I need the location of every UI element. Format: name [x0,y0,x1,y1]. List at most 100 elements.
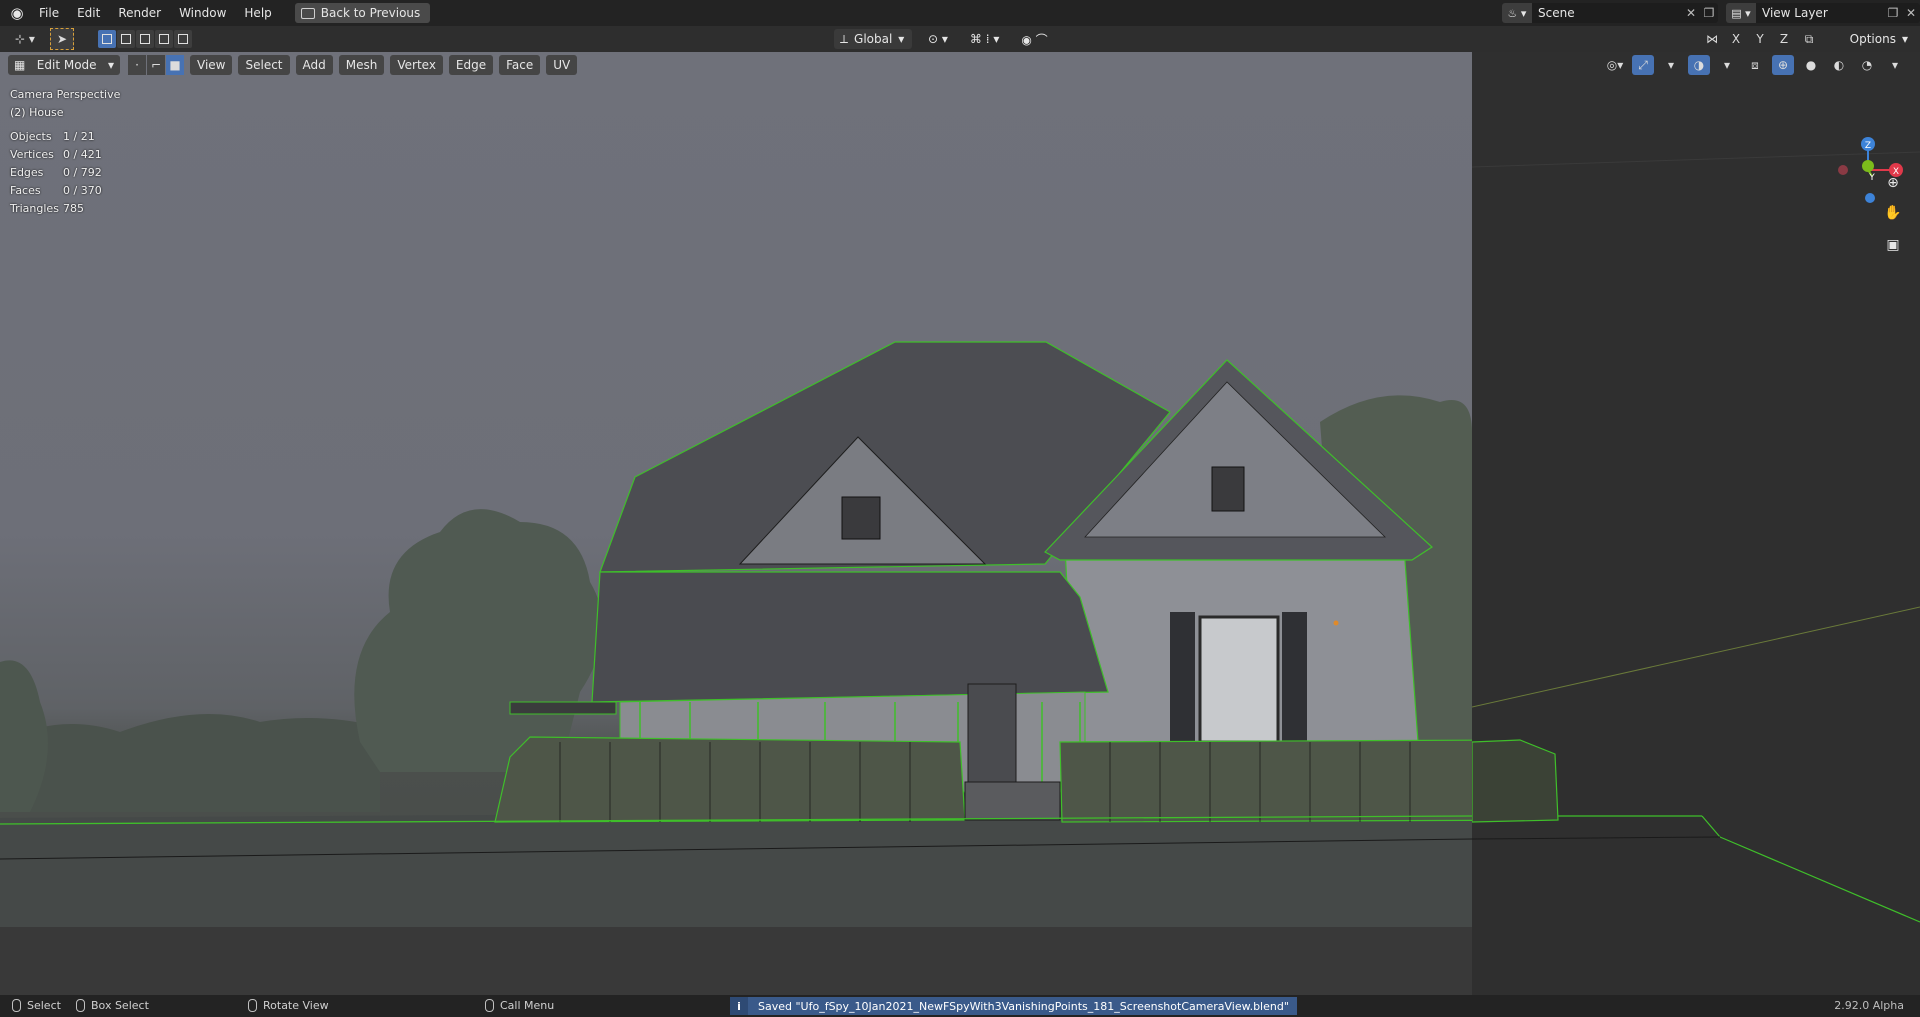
edge-select-icon[interactable]: ⌐ [147,55,165,75]
close-scene-icon[interactable]: ✕ [1682,6,1700,20]
scene-expand-icon[interactable]: ❐ [1700,6,1718,20]
status-rotate-view-hint: Rotate View [248,999,329,1012]
neg-z-axis-handle[interactable] [1865,193,1875,203]
house-scene-illustration [0,341,1559,927]
select-invert-icon[interactable] [155,30,173,48]
select-intersect-icon[interactable] [174,30,192,48]
tool-header: ⊹ ▾ ➤ ⟂ Global ▾ ⊙ ▾ ⌘ ⁞ ▾ ◉ ⌒ ⋈ X Y Z ⧉… [0,26,1920,52]
select-subtract-icon[interactable] [136,30,154,48]
close-view-layer-icon[interactable]: ✕ [1902,6,1920,20]
overlays-toggle-icon[interactable]: ◑ [1688,55,1710,75]
menu-add[interactable]: Add [295,55,333,75]
auto-merge-icon[interactable]: ⧉ [1798,29,1820,49]
viewport-below-camera [0,927,1472,995]
rendered-shading-icon[interactable]: ◔ [1856,55,1878,75]
gizmo-toggle-icon[interactable]: ⤢ [1632,55,1654,75]
solid-shading-icon[interactable]: ● [1800,55,1822,75]
chevron-down-icon: ▾ [898,32,905,46]
menu-file[interactable]: File [30,0,68,26]
mouse-drag-icon [76,999,85,1012]
mode-dropdown[interactable]: ▦ Edit Mode ▾ [8,55,120,75]
menu-mesh[interactable]: Mesh [338,55,385,75]
mouse-middle-icon [248,999,257,1012]
select-extend-icon[interactable] [117,30,135,48]
menu-vertex[interactable]: Vertex [390,55,443,75]
chevron-down-icon[interactable]: ▾ [1660,55,1682,75]
menu-uv[interactable]: UV [546,55,578,75]
chevron-down-icon[interactable]: ▾ [1884,55,1906,75]
menu-select[interactable]: Select [238,55,290,75]
view-layer-name[interactable]: View Layer [1756,6,1884,20]
viewport-stats-overlay: Camera Perspective (2) House Objects 1 / … [10,86,120,218]
chevron-down-icon[interactable]: ▾ [1716,55,1738,75]
menu-face[interactable]: Face [499,55,541,75]
object-name: (2) House [10,106,64,119]
mirror-icon[interactable]: ⋈ [1702,29,1722,49]
mouse-left-icon [12,999,21,1012]
mode-value: Edit Mode [36,58,97,72]
select-new-icon[interactable] [98,30,116,48]
xray-toggle-icon[interactable]: ⧈ [1744,55,1766,75]
y-axis-label: Y [1868,173,1875,183]
chevron-down-icon: ▾ [107,58,114,72]
selection-mode-group [98,30,192,48]
select-tool-icon[interactable]: ➤ [50,28,74,50]
mesh-select-mode-group: · ⌐ ■ [128,55,184,75]
stat-row: Vertices 0 / 421 [10,148,102,161]
top-menu-bar: ◉ File Edit Render Window Help Back to P… [0,0,1920,26]
version-label: 2.92.0 Alpha [1834,999,1904,1012]
pivot-point-dropdown[interactable]: ⊙ ▾ [922,29,954,49]
mirror-y-toggle[interactable]: Y [1750,29,1770,49]
visibility-eye-icon[interactable]: ◎▾ [1604,55,1626,75]
status-call-menu-hint: Call Menu [485,999,554,1012]
vertex-select-icon[interactable]: · [128,55,146,75]
neg-x-axis-handle[interactable] [1838,165,1848,175]
saved-notification[interactable]: i Saved "Ufo_fSpy_10Jan2021_NewFSpyWith3… [730,997,1297,1015]
orientation-value: Global [854,32,893,46]
menu-help[interactable]: Help [235,0,280,26]
menu-view[interactable]: View [190,55,233,75]
mirror-z-toggle[interactable]: Z [1774,29,1794,49]
y-axis-handle[interactable] [1862,160,1874,172]
material-shading-icon[interactable]: ◐ [1828,55,1850,75]
stat-row: Edges 0 / 792 [10,166,102,179]
scene-selector[interactable]: ♨ ▾ Scene ✕ ❐ [1502,3,1718,23]
back-to-previous-label: Back to Previous [320,6,421,20]
menu-window[interactable]: Window [170,0,235,26]
transform-orientation-dropdown[interactable]: ⟂ Global ▾ [834,29,912,49]
snap-toggle[interactable]: ⌘ ⁞ ▾ [964,29,1005,49]
orientation-icon: ⟂ [840,31,849,46]
status-select-hint: Select [12,999,61,1012]
scene-icon[interactable]: ♨ ▾ [1502,3,1532,23]
viewport-shading-controls: ◎▾ ⤢ ▾ ◑ ▾ ⧈ ⊕ ● ◐ ◔ ▾ [1604,55,1906,75]
z-axis-label: Z [1865,141,1871,151]
menu-edit[interactable]: Edit [68,0,109,26]
status-bar: Select Box Select Rotate View Call Menu … [0,995,1920,1017]
wireframe-shading-icon[interactable]: ⊕ [1772,55,1794,75]
menu-edge[interactable]: Edge [448,55,494,75]
info-icon: i [730,997,748,1015]
proportional-edit-toggle[interactable]: ◉ ⌒ [1015,29,1053,49]
view-layer-icon[interactable]: ▤ ▾ [1726,3,1756,23]
chevron-down-icon: ▾ [1901,32,1908,46]
saved-message-text: Saved "Ufo_fSpy_10Jan2021_NewFSpyWith3Va… [758,999,1289,1013]
view-layer-selector[interactable]: ▤ ▾ View Layer ❐ ✕ [1726,3,1920,23]
view-layer-expand-icon[interactable]: ❐ [1884,6,1902,20]
stat-row: Triangles 785 [10,202,84,215]
camera-view-icon[interactable]: ▣ [1882,234,1904,256]
mirror-x-toggle[interactable]: X [1726,29,1746,49]
menu-render[interactable]: Render [109,0,170,26]
scene-name[interactable]: Scene [1532,6,1682,20]
editor-type-icon[interactable]: ⊹ ▾ [10,29,40,49]
back-to-previous-button[interactable]: Back to Previous [294,3,431,23]
face-select-icon[interactable]: ■ [166,55,184,75]
mouse-right-icon [485,999,494,1012]
view-name: Camera Perspective [10,88,121,101]
options-label: Options [1849,32,1896,46]
blender-logo-icon[interactable]: ◉ [4,0,30,26]
options-dropdown[interactable]: Options ▾ [1844,29,1914,49]
3d-viewport[interactable]: ▦ Edit Mode ▾ · ⌐ ■ View Select Add Mesh… [0,52,1920,995]
pan-hand-icon[interactable]: ✋ [1882,202,1904,224]
zoom-icon[interactable]: ⊕ [1882,172,1904,194]
camera-background-photo [0,52,1559,927]
